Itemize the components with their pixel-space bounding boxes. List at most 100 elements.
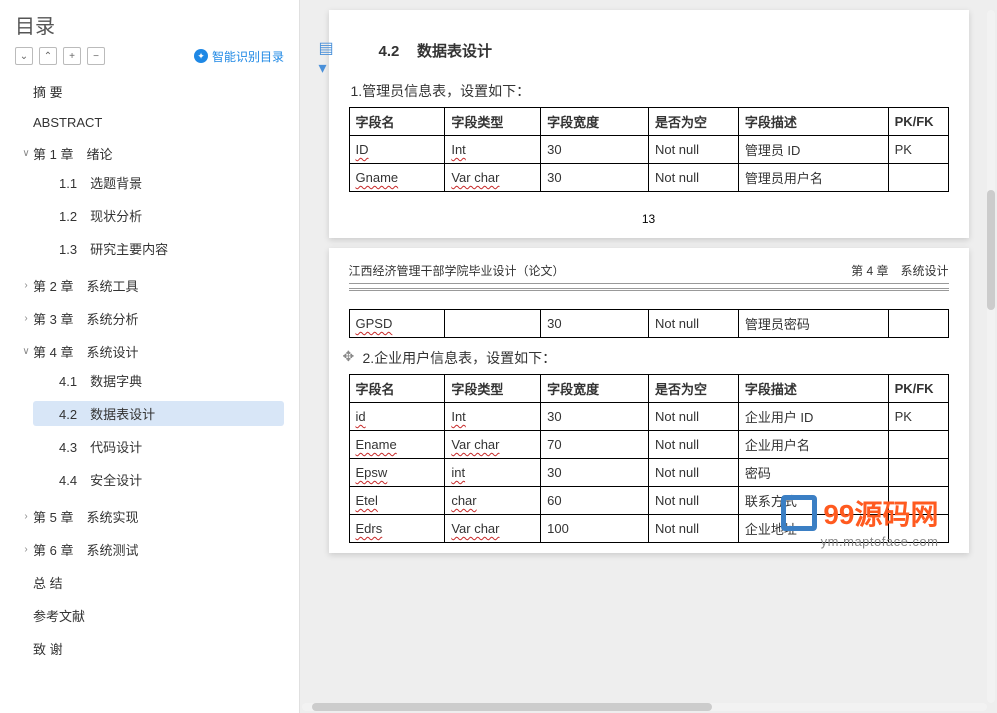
- table-cell: Edrs: [349, 515, 445, 543]
- page-marker-icon: ▤ ▾: [319, 38, 337, 56]
- outline-item[interactable]: ›总 结: [15, 570, 284, 595]
- table-row: idInt30Not null企业用户 IDPK: [349, 403, 948, 431]
- table-cell: [888, 459, 948, 487]
- table-header: 字段类型: [445, 375, 541, 403]
- table-cell: 30: [541, 164, 649, 192]
- outline-item[interactable]: ›致 谢: [15, 636, 284, 661]
- horizontal-scrollbar[interactable]: [302, 703, 987, 711]
- outline-item[interactable]: ›参考文献: [15, 603, 284, 628]
- outline-item-label: 4.4 安全设计: [51, 470, 280, 489]
- outline-item[interactable]: ›第 6 章 系统测试: [15, 537, 284, 562]
- outline-item[interactable]: ›4.3 代码设计: [33, 434, 284, 459]
- sidebar-controls: ⌄ ⌃ + − ✦ 智能识别目录: [15, 47, 284, 65]
- outline-item-label: 摘 要: [33, 82, 280, 101]
- outline-item-label: 总 结: [33, 573, 280, 592]
- table-cell: Not null: [648, 459, 738, 487]
- table-header: 字段宽度: [541, 108, 649, 136]
- smart-recognition-link[interactable]: ✦ 智能识别目录: [194, 48, 284, 65]
- table-cell: Ename: [349, 431, 445, 459]
- smart-icon: ✦: [194, 49, 208, 63]
- outline-item[interactable]: ›4.4 安全设计: [33, 467, 284, 492]
- document-viewer[interactable]: ▤ ▾ 4.2 数据表设计 1.管理员信息表，设置如下： 字段名字段类型字段宽度…: [300, 0, 997, 713]
- vertical-scrollbar[interactable]: [987, 10, 995, 703]
- outline-tree: ›摘 要›ABSTRACT∨第 1 章 绪论›1.1 选题背景›1.2 现状分析…: [15, 75, 284, 665]
- table-cell: 30: [541, 459, 649, 487]
- anchor-icon: ✥: [343, 348, 355, 365]
- outline-item[interactable]: ›摘 要: [15, 79, 284, 104]
- table-cell: Not null: [648, 515, 738, 543]
- page-header-left: 江西经济管理干部学院毕业设计（论文）: [349, 262, 565, 279]
- table-cell: 60: [541, 487, 649, 515]
- expand-all-button[interactable]: ⌄: [15, 47, 33, 65]
- level-increase-button[interactable]: +: [63, 47, 81, 65]
- table-header: 字段描述: [738, 375, 888, 403]
- horizontal-scrollbar-thumb[interactable]: [312, 703, 712, 711]
- table-cell: 30: [541, 403, 649, 431]
- table-cell: char: [445, 487, 541, 515]
- outline-item-label: 1.1 选题背景: [51, 173, 280, 192]
- table-cell: Not null: [648, 310, 738, 338]
- table-cell: Etel: [349, 487, 445, 515]
- table-cell: 管理员密码: [738, 310, 888, 338]
- table-cell: ID: [349, 136, 445, 164]
- outline-item[interactable]: ›第 5 章 系统实现: [15, 504, 284, 529]
- outline-item[interactable]: ›第 3 章 系统分析: [15, 306, 284, 331]
- section-number: 4.2: [379, 43, 400, 60]
- level-decrease-button[interactable]: −: [87, 47, 105, 65]
- table-header: 字段类型: [445, 108, 541, 136]
- table2-caption: 2.企业用户信息表，设置如下：: [363, 348, 949, 368]
- table-header: PK/FK: [888, 108, 948, 136]
- page-header-right: 第 4 章 系统设计: [851, 262, 948, 279]
- table-cell: Gname: [349, 164, 445, 192]
- outline-item-label: 第 2 章 系统工具: [33, 276, 280, 295]
- table-row: Etelchar60Not null联系方式: [349, 487, 948, 515]
- table1-caption: 1.管理员信息表，设置如下：: [351, 81, 949, 101]
- table-row: GPSD30Not null管理员密码: [349, 310, 948, 338]
- outline-item-label: 致 谢: [33, 639, 280, 658]
- table-cell: [888, 431, 948, 459]
- table-cell: Int: [445, 403, 541, 431]
- table-cell: 30: [541, 136, 649, 164]
- table-cell: Not null: [648, 431, 738, 459]
- outline-item-label: 第 6 章 系统测试: [33, 540, 280, 559]
- chevron-icon: ∨: [19, 148, 33, 159]
- outline-item[interactable]: ›第 2 章 系统工具: [15, 273, 284, 298]
- outline-item-label: 第 5 章 系统实现: [33, 507, 280, 526]
- table-header: 是否为空: [648, 108, 738, 136]
- table-header: 字段宽度: [541, 375, 649, 403]
- admin-info-table-cont: GPSD30Not null管理员密码: [349, 309, 949, 338]
- table-cell: [888, 487, 948, 515]
- chevron-icon: ›: [19, 511, 33, 522]
- admin-info-table: 字段名字段类型字段宽度是否为空字段描述PK/FKIDInt30Not null管…: [349, 107, 949, 192]
- collapse-all-button[interactable]: ⌃: [39, 47, 57, 65]
- table-header: 是否为空: [648, 375, 738, 403]
- table-cell: [888, 164, 948, 192]
- outline-item[interactable]: ›4.2 数据表设计: [33, 401, 284, 426]
- vertical-scrollbar-thumb[interactable]: [987, 190, 995, 310]
- outline-sidebar: 目录 ⌄ ⌃ + − ✦ 智能识别目录 ›摘 要›ABSTRACT∨第 1 章 …: [0, 0, 300, 713]
- chevron-icon: ›: [19, 544, 33, 555]
- table-cell: PK: [888, 403, 948, 431]
- table-cell: int: [445, 459, 541, 487]
- document-page-1: ▤ ▾ 4.2 数据表设计 1.管理员信息表，设置如下： 字段名字段类型字段宽度…: [329, 10, 969, 238]
- section-title: 数据表设计: [417, 43, 492, 60]
- table-cell: Epsw: [349, 459, 445, 487]
- table-cell: id: [349, 403, 445, 431]
- outline-item[interactable]: ›1.1 选题背景: [33, 170, 284, 195]
- outline-item[interactable]: ∨第 4 章 系统设计: [15, 339, 284, 364]
- outline-item[interactable]: ›1.3 研究主要内容: [33, 236, 284, 261]
- outline-item-label: 4.1 数据字典: [51, 371, 280, 390]
- outline-item-label: 1.3 研究主要内容: [51, 239, 280, 258]
- table-cell: 100: [541, 515, 649, 543]
- outline-item[interactable]: ›1.2 现状分析: [33, 203, 284, 228]
- table-cell: 70: [541, 431, 649, 459]
- outline-item-label: 第 4 章 系统设计: [33, 342, 280, 361]
- outline-item[interactable]: ∨第 1 章 绪论: [15, 141, 284, 166]
- outline-item[interactable]: ›ABSTRACT: [15, 112, 284, 133]
- table-cell: 管理员用户名: [738, 164, 888, 192]
- page-header: 江西经济管理干部学院毕业设计（论文） 第 4 章 系统设计: [349, 262, 949, 284]
- table-cell: 密码: [738, 459, 888, 487]
- table-cell: 管理员 ID: [738, 136, 888, 164]
- outline-item[interactable]: ›4.1 数据字典: [33, 368, 284, 393]
- enterprise-user-table: 字段名字段类型字段宽度是否为空字段描述PK/FKidInt30Not null企…: [349, 374, 949, 543]
